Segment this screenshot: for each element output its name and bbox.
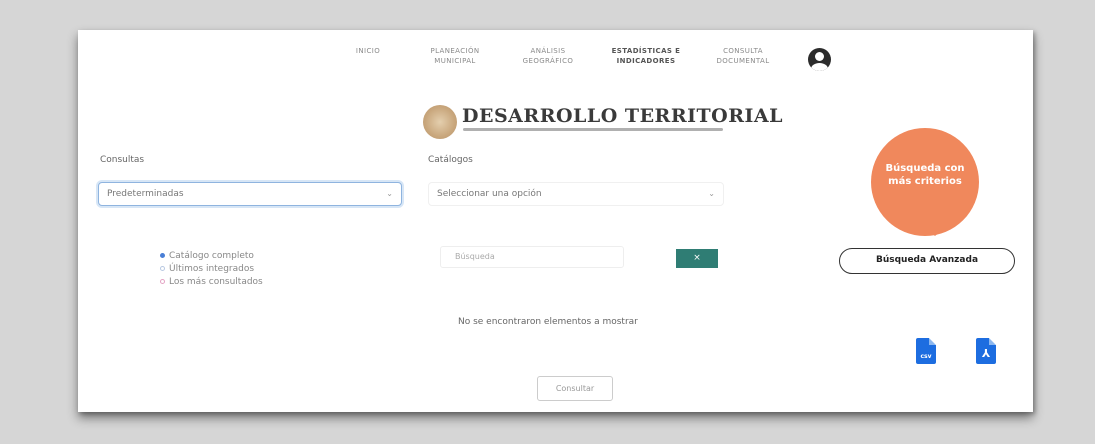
pdf-download-icon[interactable]: ⅄ [976, 338, 996, 364]
radio-unchecked-icon [160, 279, 165, 284]
catalogos-label: Catálogos [428, 155, 473, 165]
radio-unchecked-icon [160, 266, 165, 271]
csv-icon-label: csv [920, 353, 932, 360]
nav-item-planeacion-municipal[interactable]: PLANEACIÓN MUNICIPAL [420, 46, 490, 66]
user-avatar-icon[interactable] [808, 48, 831, 71]
chevron-down-icon: ⌄ [708, 189, 715, 198]
radio-mas-consultados[interactable]: Los más consultados [160, 276, 263, 288]
clear-search-button[interactable]: × [676, 249, 718, 268]
radio-label: Catálogo completo [169, 251, 254, 261]
callout-pointer [919, 222, 951, 236]
advanced-search-callout: Búsqueda con más criterios [871, 128, 979, 236]
title-underline [463, 128, 723, 131]
chevron-down-icon: ⌄ [386, 189, 393, 198]
catalogos-select[interactable]: Seleccionar una opción ⌄ [428, 182, 724, 206]
consultas-label: Consultas [100, 155, 145, 165]
nav-item-estadisticas-indicadores[interactable]: ESTADÍSTICAS E INDICADORES [611, 46, 681, 66]
radio-catalogo-completo[interactable]: Catálogo completo [160, 250, 254, 262]
search-input[interactable]: Búsqueda [440, 246, 624, 268]
nav-item-analisis-geografico[interactable]: ANÁLISIS GEOGRÁFICO [515, 46, 581, 66]
pdf-symbol: ⅄ [981, 347, 991, 360]
main-card: INICIO PLANEACIÓN MUNICIPAL ANÁLISIS GEO… [78, 30, 1033, 412]
nav-item-consulta-documental[interactable]: CONSULTA DOCUMENTAL [708, 46, 778, 66]
consultar-button[interactable]: Consultar [537, 376, 613, 401]
callout-line-2: más criterios [888, 176, 962, 187]
government-seal-icon [423, 105, 457, 139]
radio-label: Los más consultados [169, 277, 263, 287]
consultas-selected-value: Predeterminadas [107, 189, 184, 199]
nav-item-inicio[interactable]: INICIO [348, 46, 388, 56]
radio-label: Últimos integrados [169, 264, 255, 274]
catalogos-selected-value: Seleccionar una opción [437, 189, 542, 199]
csv-download-icon[interactable]: csv [916, 338, 936, 364]
page-title: DESARROLLO TERRITORIAL [462, 105, 783, 127]
advanced-search-button[interactable]: Búsqueda Avanzada [839, 248, 1015, 274]
radio-ultimos-integrados[interactable]: Últimos integrados [160, 263, 254, 275]
empty-results-text: No se encontraron elementos a mostrar [458, 317, 638, 327]
callout-line-1: Búsqueda con [885, 163, 965, 174]
radio-checked-icon [160, 253, 165, 258]
consultas-select[interactable]: Predeterminadas ⌄ [98, 182, 402, 206]
